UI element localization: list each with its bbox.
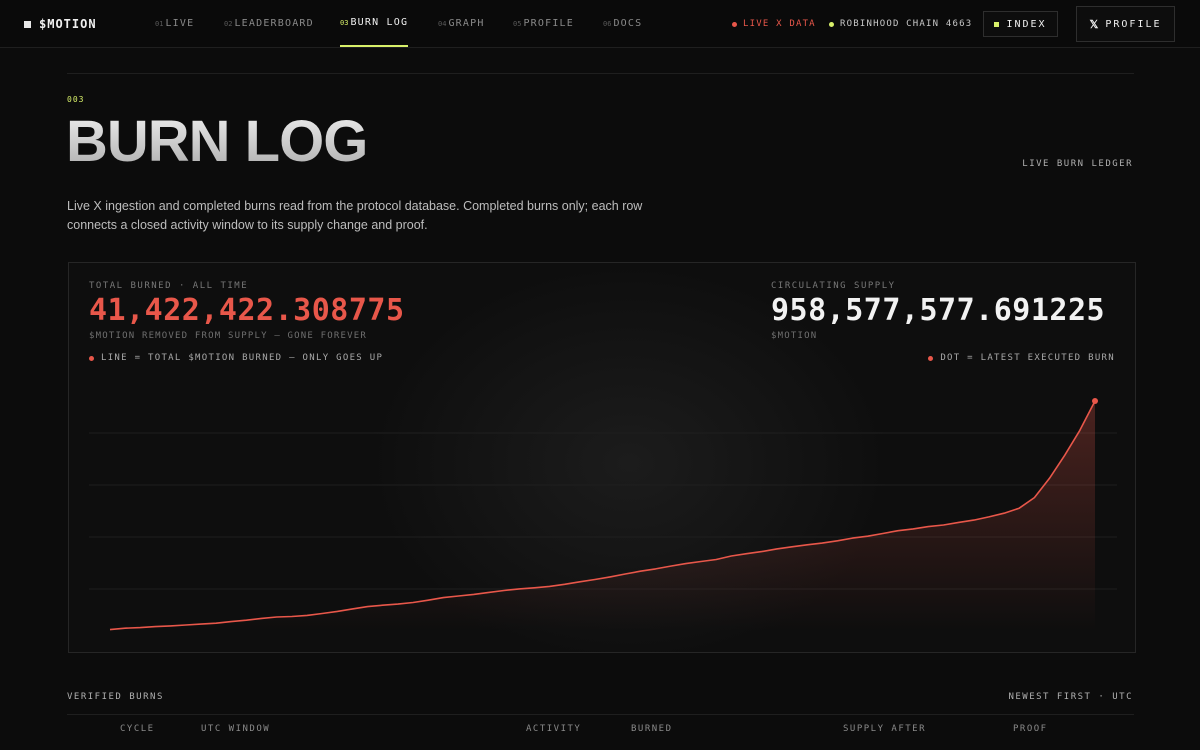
burn-chart-card: TOTAL BURNED · ALL TIME 41,422,422.30877… (68, 262, 1136, 653)
nav-label: LIVE (165, 18, 195, 29)
nav-item-live[interactable]: 01 LIVE (155, 0, 194, 47)
legend-line-dot-icon (89, 355, 94, 361)
live-burn-ledger-label: LIVE BURN LEDGER (1022, 159, 1133, 169)
section-number: 003 (67, 95, 85, 104)
column-header-cycle[interactable]: CYCLE (120, 724, 155, 734)
profile-button-label: PROFILE (1105, 18, 1162, 30)
table-sort-label[interactable]: NEWEST FIRST · UTC (1008, 692, 1133, 702)
nav-num: 01 (155, 19, 164, 28)
dot-legend: DOT = LATEST EXECUTED BURN (928, 353, 1115, 363)
table-divider (67, 714, 1134, 715)
column-header-activity[interactable]: ACTIVITY (526, 724, 581, 734)
nav-num: 04 (438, 19, 447, 28)
index-square-icon (994, 21, 1000, 27)
index-button[interactable]: INDEX (983, 11, 1058, 37)
chain-dot-icon (829, 21, 834, 27)
brand-name: $MOTION (39, 17, 97, 31)
nav-item-docs[interactable]: 06 DOCS (603, 0, 642, 47)
nav-item-leaderboard[interactable]: 02 LEADERBOARD (224, 0, 314, 47)
index-button-label: INDEX (1006, 18, 1047, 30)
nav-label: GRAPH (448, 18, 485, 29)
nav-label: BURN LOG (350, 17, 409, 28)
burn-area-fill (110, 401, 1095, 631)
live-data-status: LIVE X DATA (732, 0, 816, 48)
total-burned-label: TOTAL BURNED · ALL TIME (89, 281, 249, 291)
circulating-supply-sub: $MOTION (771, 331, 818, 341)
legend-line-label: LINE = TOTAL $MOTION BURNED — ONLY GOES … (101, 353, 384, 363)
column-header-supply-after[interactable]: SUPPLY AFTER (843, 724, 926, 734)
nav-item-graph[interactable]: 04 GRAPH (438, 0, 485, 47)
column-header-burned[interactable]: BURNED (631, 724, 673, 734)
nav-item-burn-log[interactable]: 03 BURN LOG (340, 0, 409, 47)
live-dot-icon (732, 21, 737, 27)
page-description: Live X ingestion and completed burns rea… (67, 199, 643, 232)
latest-burn-dot[interactable] (1092, 398, 1098, 404)
legend-dot-icon (928, 355, 934, 361)
chain-status-label: ROBINHOOD CHAIN 4663 (840, 19, 973, 29)
chain-status: ROBINHOOD CHAIN 4663 (829, 0, 972, 48)
nav-num: 05 (513, 19, 522, 28)
top-divider (67, 73, 1134, 74)
page-title: BURN LOG (66, 109, 368, 174)
nav-num: 03 (340, 18, 349, 27)
legend-dot-label: DOT = LATEST EXECUTED BURN (940, 353, 1115, 363)
nav-label: DOCS (613, 18, 643, 29)
live-status-label: LIVE X DATA (743, 19, 816, 29)
total-burned-sub: $MOTION REMOVED FROM SUPPLY — GONE FOREV… (89, 331, 367, 341)
brand-mark-icon (24, 20, 31, 28)
circulating-supply-value: 958,577,577.691225 (771, 293, 1106, 328)
x-logo-icon: 𝕏 (1089, 17, 1099, 31)
nav-num: 02 (224, 19, 233, 28)
circulating-supply-label: CIRCULATING SUPPLY (771, 281, 896, 291)
nav-num: 06 (603, 19, 612, 28)
line-legend: LINE = TOTAL $MOTION BURNED — ONLY GOES … (89, 353, 383, 363)
brand-logo[interactable]: $MOTION (24, 0, 97, 48)
column-header-utc-window[interactable]: UTC WINDOW (201, 724, 270, 734)
nav-label: LEADERBOARD (234, 18, 314, 29)
total-burned-value: 41,422,422.308775 (89, 293, 405, 328)
column-header-proof[interactable]: PROOF (1013, 724, 1048, 734)
top-nav: $MOTION 01 LIVE 02 LEADERBOARD 03 BURN LOG … (0, 0, 1200, 48)
verified-burns-title: VERIFIED BURNS (67, 692, 164, 702)
nav-item-profile[interactable]: 05 PROFILE (513, 0, 574, 47)
profile-button[interactable]: 𝕏 PROFILE (1076, 6, 1175, 42)
nav-label: PROFILE (523, 18, 574, 29)
